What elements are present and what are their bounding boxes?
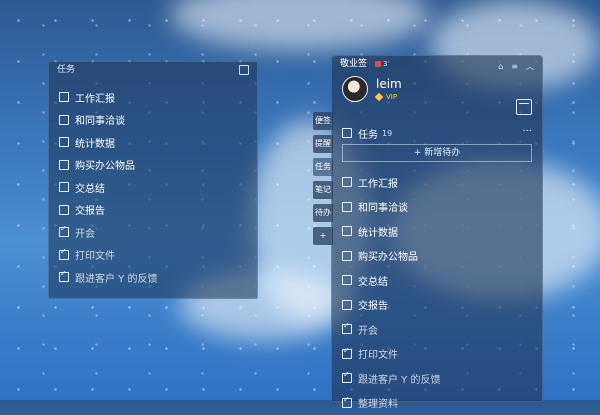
title-bar: 敬业签 3 ⌂ ≡ ︿ (332, 56, 542, 72)
list-item[interactable]: 和同事洽谈 (342, 195, 542, 220)
restore-icon[interactable] (239, 65, 249, 75)
avatar[interactable] (342, 76, 368, 102)
checked-checkbox-icon[interactable] (342, 324, 352, 334)
checkbox-icon[interactable] (342, 226, 352, 236)
main-panel: 敬业签 3 ⌂ ≡ ︿ leim VIP 任务 19 ··· + 新增待办 工作… (331, 55, 543, 402)
mini-widget-title: 任务 (57, 65, 75, 75)
more-icon[interactable]: ··· (522, 126, 532, 137)
checkbox-icon[interactable] (59, 137, 69, 147)
list-item[interactable]: 开会 (59, 221, 257, 244)
list-item[interactable]: 工作汇报 (342, 170, 542, 195)
user-area: leim VIP (332, 72, 542, 118)
checked-checkbox-icon[interactable] (59, 272, 69, 282)
checkbox-icon[interactable] (342, 300, 352, 310)
list-item[interactable]: 交总结 (59, 176, 257, 199)
task-count: 19 (382, 129, 392, 138)
username: leim (376, 77, 402, 91)
checkbox-icon[interactable] (59, 160, 69, 170)
tab-task[interactable]: 任务 (313, 158, 333, 176)
checkbox-icon[interactable] (59, 205, 69, 215)
checkbox-icon[interactable] (342, 251, 352, 261)
task-section-title: 任务 (358, 126, 378, 141)
vip-badge: VIP (376, 93, 402, 101)
task-section-header: 任务 19 ··· (332, 124, 542, 142)
list-item[interactable]: 打印文件 (59, 244, 257, 267)
user-info: leim VIP (376, 76, 402, 101)
list-item[interactable]: 整理资料 (342, 391, 542, 415)
mini-widget-header: 任务 (49, 62, 257, 78)
list-item[interactable]: 工作汇报 (59, 86, 257, 109)
tab-notes[interactable]: 笔记 (313, 181, 333, 199)
list-item[interactable]: 开会 (342, 317, 542, 342)
checkbox-icon[interactable] (59, 92, 69, 102)
task-list: 工作汇报 和同事洽谈 统计数据 购买办公物品 交总结 交报告 开会 打印文件 跟… (332, 170, 542, 415)
list-item[interactable]: 交报告 (59, 199, 257, 222)
tab-todo[interactable]: 待办 (313, 204, 333, 222)
checkbox-icon[interactable] (342, 177, 352, 187)
list-item[interactable]: 交总结 (342, 268, 542, 293)
list-item[interactable]: 交报告 (342, 293, 542, 318)
add-tab-button[interactable]: + (313, 227, 333, 245)
mini-task-list: 工作汇报 和同事洽谈 统计数据 购买办公物品 交总结 交报告 开会 打印文件 跟… (49, 86, 257, 289)
checkbox-icon[interactable] (59, 182, 69, 192)
checkbox-icon[interactable] (342, 202, 352, 212)
task-section-icon (342, 128, 352, 138)
checked-checkbox-icon[interactable] (342, 349, 352, 359)
list-item[interactable]: 统计数据 (59, 131, 257, 154)
add-task-input[interactable]: + 新增待办 (342, 144, 532, 162)
list-item[interactable]: 打印文件 (342, 342, 542, 367)
list-item[interactable]: 跟进客户 Y 的反馈 (59, 266, 257, 289)
list-item[interactable]: 购买办公物品 (342, 244, 542, 269)
tab-note[interactable]: 便签 (313, 112, 333, 130)
list-item[interactable]: 统计数据 (342, 219, 542, 244)
checked-checkbox-icon[interactable] (342, 398, 352, 408)
notification-badge[interactable]: 3 (375, 56, 387, 72)
checkbox-icon[interactable] (342, 275, 352, 285)
tab-reminder[interactable]: 提醒 (313, 135, 333, 153)
checked-checkbox-icon[interactable] (59, 227, 69, 237)
list-item[interactable]: 和同事洽谈 (59, 109, 257, 132)
diamond-icon (375, 93, 383, 101)
checkbox-icon[interactable] (59, 115, 69, 125)
bell-icon (375, 61, 381, 67)
side-tab-bar: 便签 提醒 任务 笔记 待办 + (313, 112, 333, 250)
checked-checkbox-icon[interactable] (59, 250, 69, 260)
list-item[interactable]: 跟进客户 Y 的反馈 (342, 366, 542, 391)
list-item[interactable]: 购买办公物品 (59, 154, 257, 177)
checked-checkbox-icon[interactable] (342, 373, 352, 383)
calendar-icon[interactable] (516, 99, 532, 115)
mini-task-widget: 任务 工作汇报 和同事洽谈 统计数据 购买办公物品 交总结 交报告 开会 打印文… (48, 61, 258, 299)
app-name: 敬业签 (340, 56, 367, 72)
